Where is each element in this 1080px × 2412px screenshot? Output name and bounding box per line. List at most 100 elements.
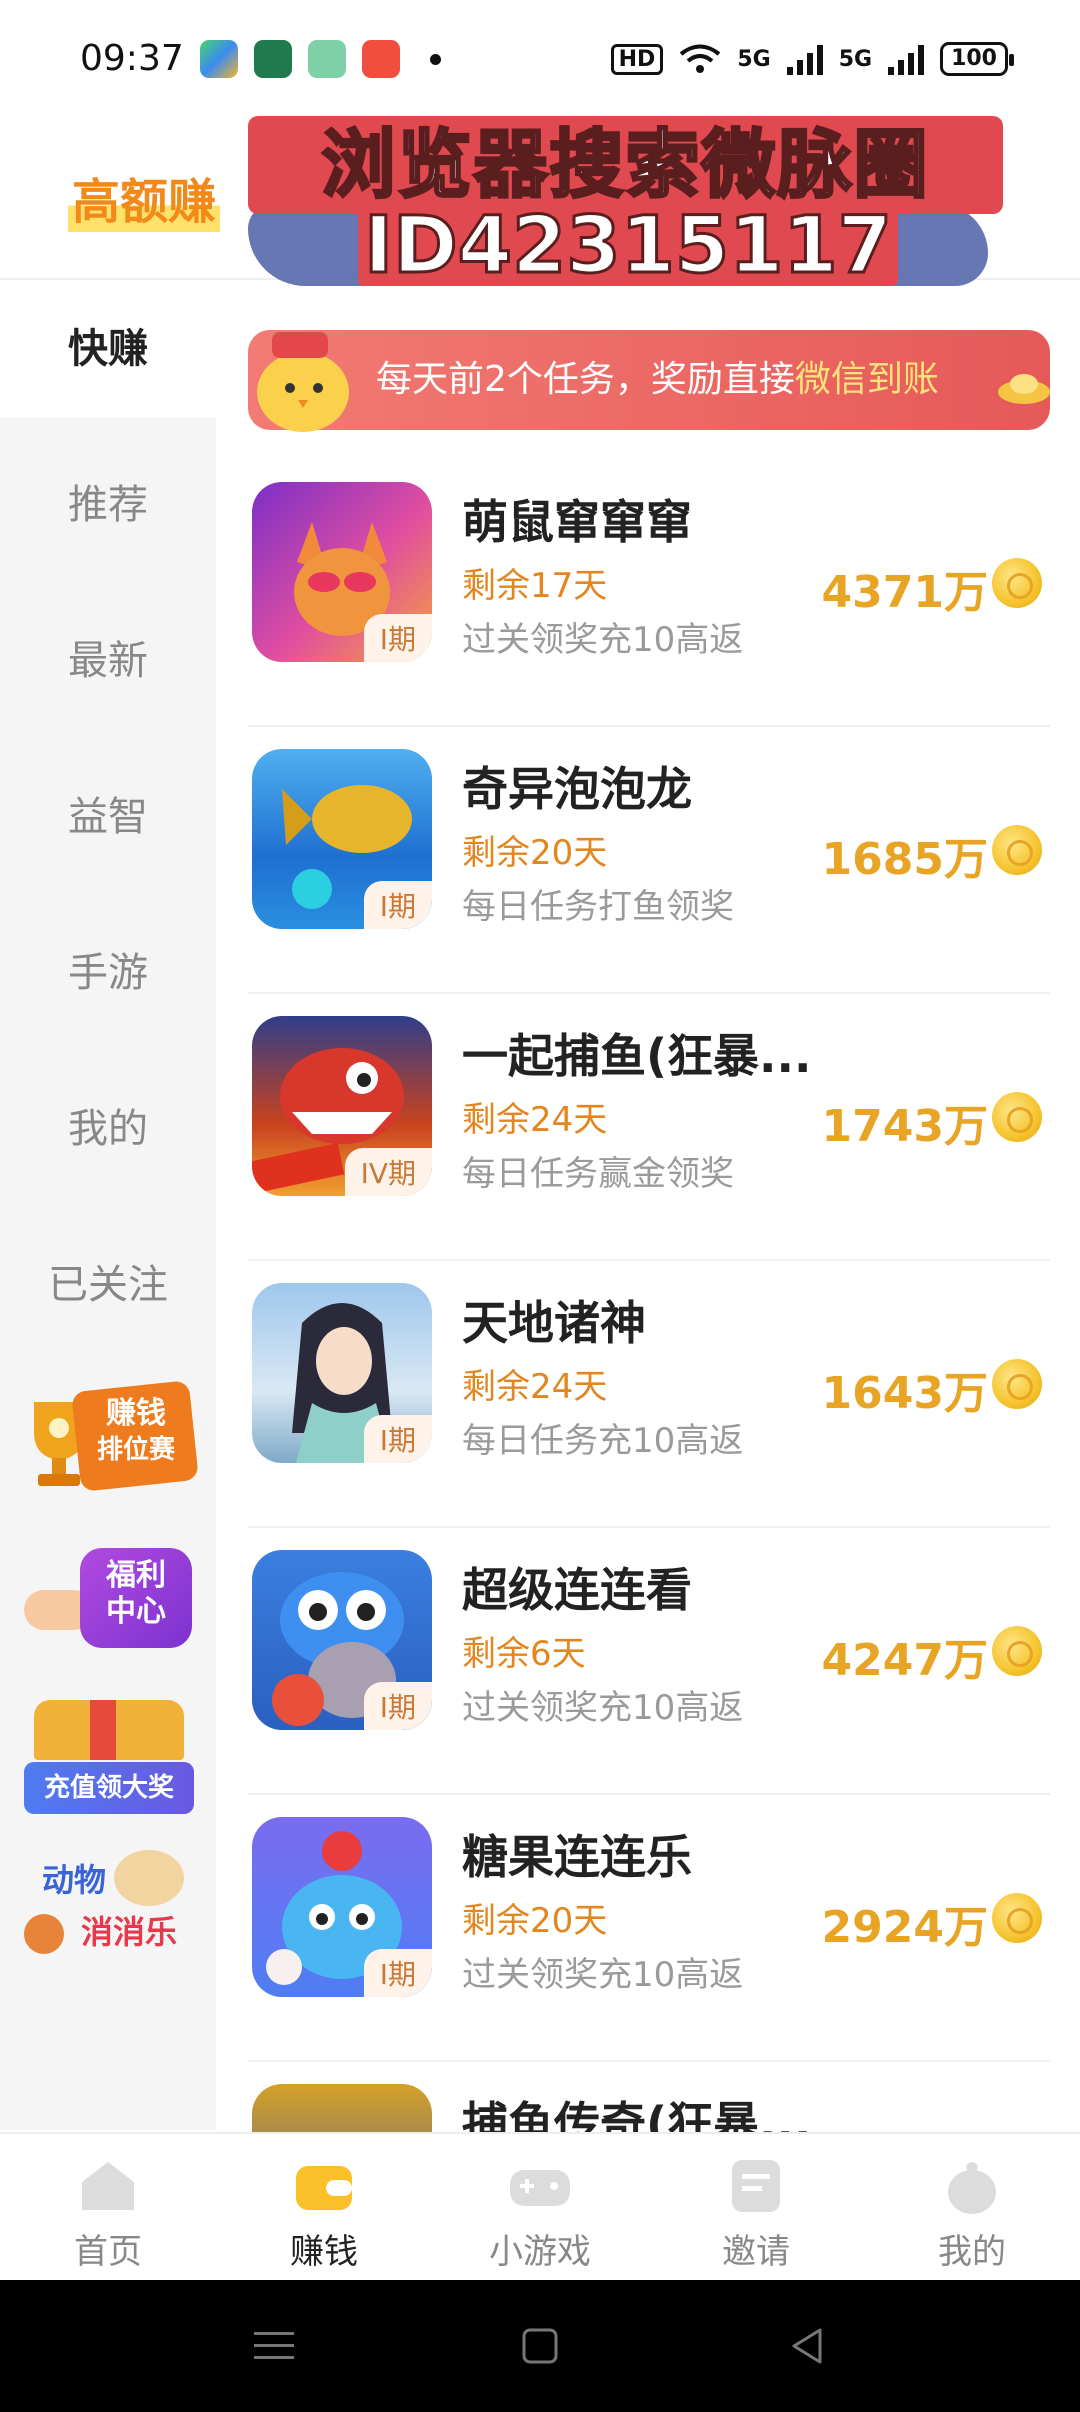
game-description: 每日任务打鱼领奖 [462,887,734,927]
banner-text-prefix: 每天前2个任务，奖励直接 [376,359,795,400]
game-icon-tiandizhushen[interactable]: I期 [252,1283,432,1463]
game-description: 过关领奖充10高返 [462,1688,744,1728]
back-triangle-icon[interactable] [780,2318,836,2374]
coin-icon [992,1893,1042,1943]
game-reward-amount: 1643万 [821,1368,988,1419]
nav-minigames[interactable]: 小游戏 [432,2134,648,2282]
game-row[interactable]: I期 奇异泡泡龙 剩余20天 每日任务打鱼领奖 1685万 [248,727,1050,994]
home-square-icon[interactable] [512,2318,568,2374]
promo-animal-line2: 消消乐 [80,1913,177,1951]
network-5g-label-2: 5G [838,46,873,72]
game-name: 天地诸神 [462,1296,646,1350]
promo-welfare-line2: 中心 [106,1594,166,1629]
game-reward-amount: 4371万 [821,567,988,618]
game-row[interactable]: 捕鱼传奇(狂暴... [248,2062,1050,2132]
game-icon-chaojilianliankan[interactable]: I期 [252,1550,432,1730]
page-header: 高额赚 浏览器搜索微脉圈 ID42315117 [0,116,1080,288]
invite-document-icon [732,2160,780,2212]
game-description: 过关领奖充10高返 [462,620,744,660]
promo-animal-line1: 动物 [41,1861,106,1899]
signal-icon-1 [786,43,823,75]
oppo-app-icon [254,40,292,78]
game-row[interactable]: IV期 一起捕鱼(狂暴... 剩余24天 每日任务赢金领奖 1743万 [248,994,1050,1261]
sidebar-item-mobile-games[interactable]: 手游 [0,904,216,1042]
nav-earn[interactable]: 赚钱 [216,2134,432,2282]
game-row[interactable]: I期 糖果连连乐 剩余20天 过关领奖充10高返 2924万 [248,1795,1050,2062]
sidebar-item-mine[interactable]: 我的 [0,1060,216,1198]
nav-home[interactable]: 首页 [0,2134,216,2282]
sidebar-item-recommend[interactable]: 推荐 [0,436,216,574]
system-icons: HD 5G 5G 100 [610,42,1014,76]
coin-icon [992,558,1042,608]
menu-icon[interactable] [246,2318,302,2374]
game-icon-mengshu[interactable]: I期 [252,482,432,662]
game-row[interactable]: I期 超级连连看 剩余6天 过关领奖充10高返 4247万 [248,1528,1050,1795]
fox-icon [24,1914,64,1954]
game-icon-buyuchuanqi[interactable] [252,2084,432,2132]
game-remaining-days: 剩余17天 [462,566,608,606]
page-title: 高额赚 [68,162,221,232]
banner-text-highlight: 微信到账 [794,359,939,400]
category-sidebar: 快赚 推荐 最新 益智 手游 我的 已关注 赚钱 排位赛 福利 中心 充值领大奖 [0,280,216,2130]
overlay-text-line2: ID42315117 [358,205,898,288]
game-name: 萌鼠窜窜窜 [462,495,692,549]
game-remaining-days: 剩余6天 [462,1634,586,1674]
game-app-icon [362,40,400,78]
status-bar: 09:37 HD 5G 5G 100 [0,0,1080,120]
game-remaining-days: 剩余24天 [462,1367,608,1407]
period-tag: IV期 [344,1148,432,1196]
game-icon-tangguolianlianle[interactable]: I期 [252,1817,432,1997]
wifi-icon [680,44,721,73]
game-description: 每日任务充10高返 [462,1421,744,1461]
game-description: 过关领奖充10高返 [462,1955,744,1995]
sidebar-item-puzzle[interactable]: 益智 [0,748,216,886]
overlay-text-line1: 浏览器搜索微脉圈 [248,116,1003,214]
game-description: 每日任务赢金领奖 [462,1154,734,1194]
cat-icon [114,1850,184,1906]
task-reward-banner[interactable]: 每天前2个任务，奖励直接微信到账 [248,330,1050,430]
chick-mascot-icon [257,332,349,432]
notification-icons [200,40,441,78]
watermark-overlay: 浏览器搜索微脉圈 ID42315117 [248,116,1003,288]
period-tag: I期 [363,1415,432,1463]
nav-invite[interactable]: 邀请 [648,2134,864,2282]
game-reward-amount: 1743万 [821,1101,988,1152]
earn-ranking-promo[interactable]: 赚钱 排位赛 [24,1372,199,1502]
animal-match-promo[interactable]: 动物 消消乐 [24,1840,194,1970]
wallet-icon [296,2166,352,2210]
nav-label: 邀请 [722,2232,790,2272]
sidebar-item-kuaizhuan[interactable]: 快赚 [0,280,216,418]
sidebar-item-followed[interactable]: 已关注 [0,1216,216,1354]
promo-welfare-line1: 福利 [106,1558,166,1593]
game-reward-amount: 4247万 [821,1635,988,1686]
promo-ranking-line2: 排位赛 [96,1435,175,1465]
promo-ranking-line1: 赚钱 [106,1396,166,1431]
video-app-icon [200,40,238,78]
nav-profile[interactable]: 我的 [864,2134,1080,2282]
period-tag: I期 [363,1682,432,1730]
game-name: 超级连连看 [462,1563,692,1617]
game-row[interactable]: I期 天地诸神 剩余24天 每日任务充10高返 1643万 [248,1261,1050,1528]
game-icon-paopaolong[interactable]: I期 [252,749,432,929]
game-row[interactable]: I期 萌鼠窜窜窜 剩余17天 过关领奖充10高返 4371万 [248,460,1050,727]
status-time: 09:37 [80,38,184,79]
game-remaining-days: 剩余20天 [462,833,608,873]
game-reward-amount: 2924万 [821,1902,988,1953]
coin-icon [992,1626,1042,1676]
game-icon-yiqibuyu[interactable]: IV期 [252,1016,432,1196]
game-name: 捕鱼传奇(狂暴... [462,2097,812,2132]
period-tag: I期 [363,1949,432,1997]
more-notifications-dot [430,53,441,65]
welfare-center-promo[interactable]: 福利 中心 [24,1540,194,1670]
nav-label: 我的 [938,2232,1006,2272]
coin-icon [992,1359,1042,1409]
period-tag: I期 [363,614,432,662]
banner-text: 每天前2个任务，奖励直接微信到账 [376,330,939,430]
sidebar-item-latest[interactable]: 最新 [0,592,216,730]
hd-icon: HD [610,43,664,75]
gold-ingot-icon [998,374,1050,404]
nav-label: 赚钱 [290,2232,358,2272]
recharge-prize-promo[interactable]: 充值领大奖 [24,1700,194,1830]
chick-profile-icon [948,2162,996,2214]
bottom-navigation: 首页 赚钱 小游戏 邀请 我的 [0,2132,1080,2280]
